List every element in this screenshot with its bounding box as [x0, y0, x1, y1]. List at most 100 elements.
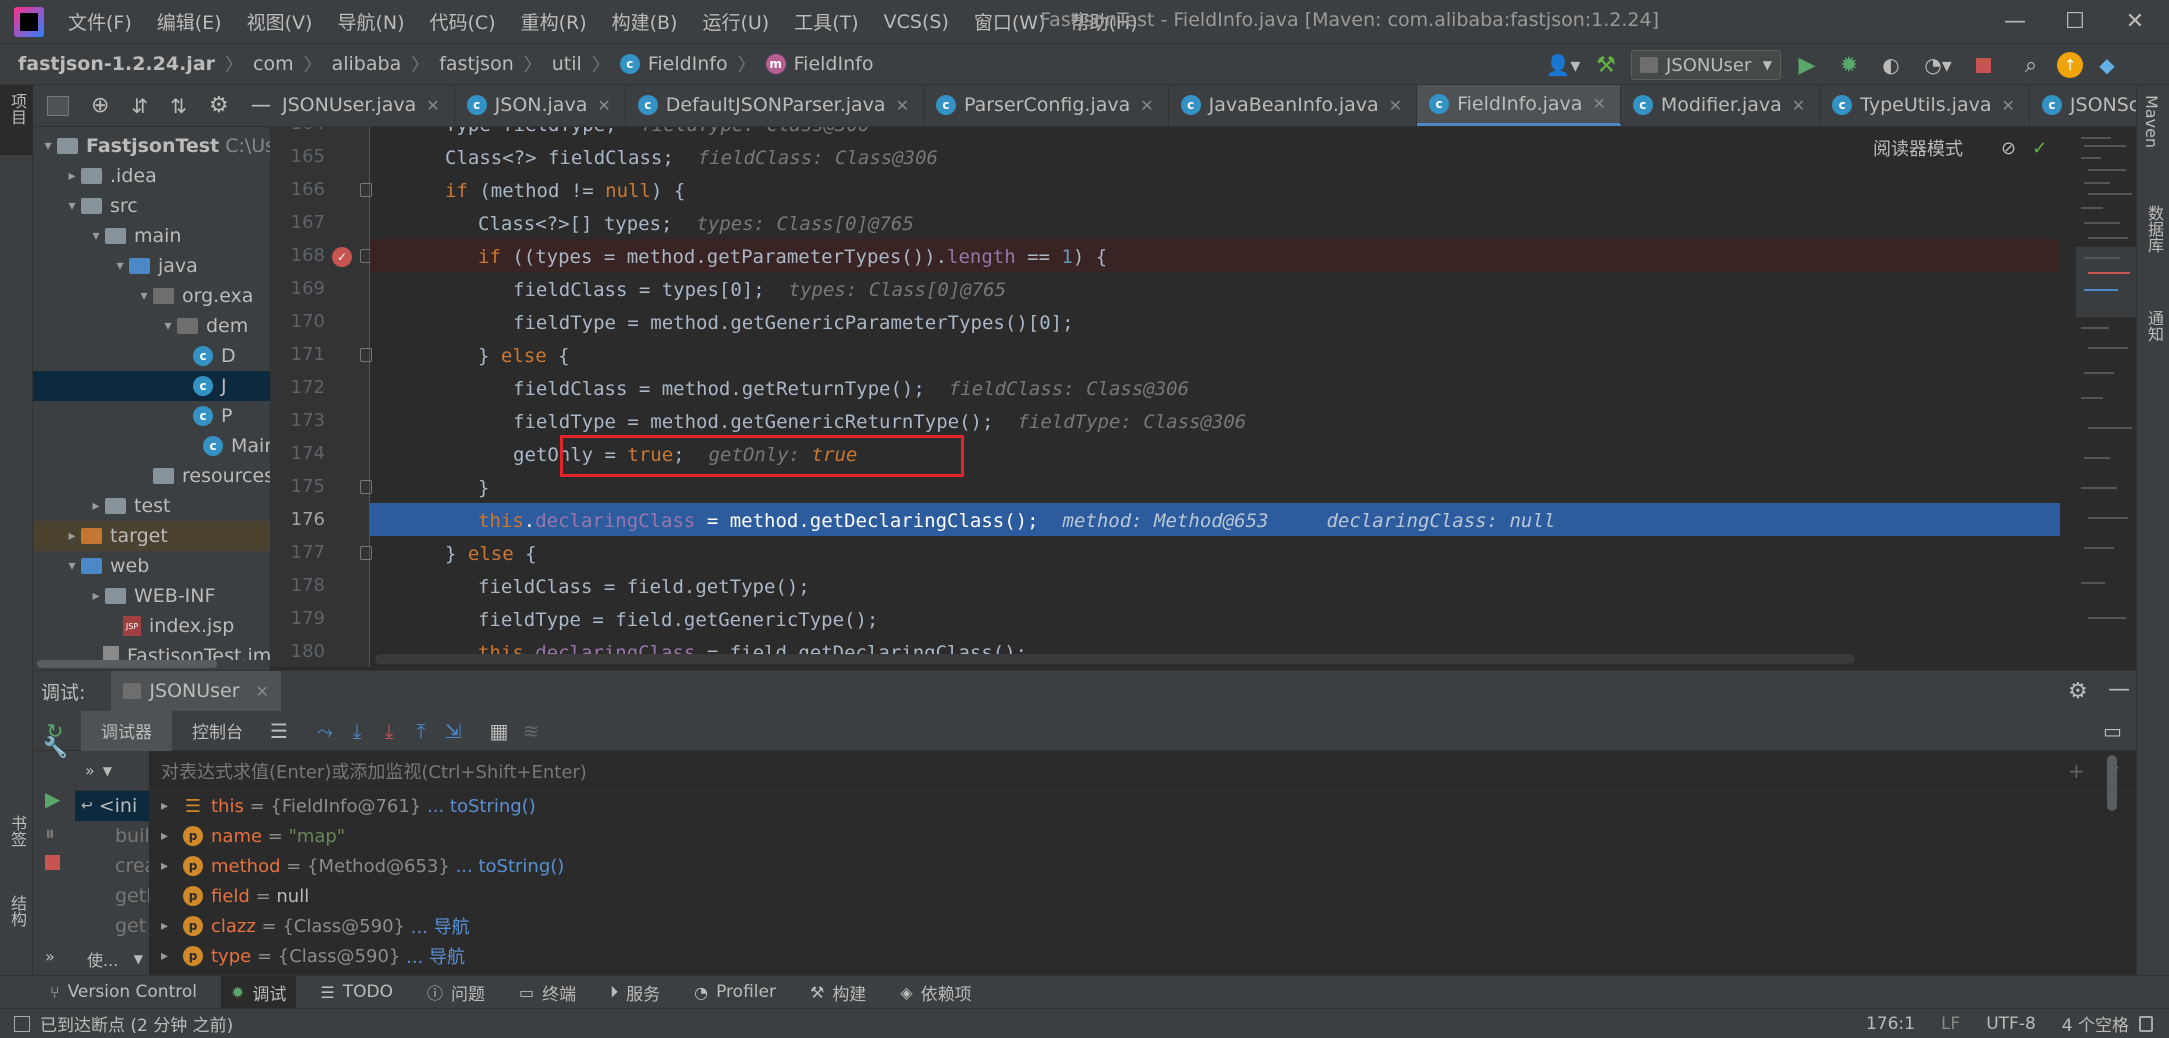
run-to-cursor-icon[interactable]: ⇲: [437, 715, 469, 747]
close-tab-icon[interactable]: ✕: [1140, 96, 1153, 115]
toolwindow-build[interactable]: ⚒ 构建: [810, 980, 866, 1005]
frame-item[interactable]: crea: [75, 851, 156, 881]
frames-footer[interactable]: 使... ▼: [75, 941, 149, 976]
menu-build[interactable]: 构建(B): [612, 8, 678, 35]
toolwindow-profiler[interactable]: ◔ Profiler: [694, 982, 776, 1002]
variable-link[interactable]: ... 导航: [411, 913, 470, 939]
variable-link[interactable]: ... toString(): [427, 796, 536, 817]
more-frames-icon[interactable]: »: [85, 761, 95, 780]
stop-icon[interactable]: [45, 855, 60, 870]
maven-strip-button[interactable]: Maven: [2137, 95, 2169, 185]
update-icon[interactable]: ↑: [2057, 52, 2083, 78]
menu-refactor[interactable]: 重构(R): [521, 8, 587, 35]
code-minimap[interactable]: [2076, 127, 2136, 667]
caret-position[interactable]: 176:1: [1866, 1014, 1915, 1034]
tree-item-root[interactable]: ▾ FastjsonTestC:\Use: [39, 131, 270, 161]
stop-icon[interactable]: [1969, 57, 1997, 73]
menu-edit[interactable]: 编辑(E): [157, 8, 222, 35]
tab-jsonuser[interactable]: JSONUser.java ✕: [270, 85, 455, 126]
tab-fieldinfo[interactable]: c FieldInfo.java ✕: [1417, 85, 1621, 126]
frame-item[interactable]: get: [75, 911, 149, 941]
toolwindow-version-control[interactable]: ⑂ Version Control: [50, 982, 197, 1002]
toggle-toolwindows-icon[interactable]: [14, 1015, 30, 1032]
code-editor[interactable]: 164 165 166 167 168 169 170 171 172 173 …: [270, 127, 2136, 667]
variable-row[interactable]: ▸ p name = "map": [161, 821, 2136, 851]
frame-item[interactable]: buil: [75, 821, 150, 851]
menu-window[interactable]: 窗口(W): [974, 8, 1046, 35]
run-config-select[interactable]: JSONUser ▼: [1631, 50, 1781, 80]
tree-item-web[interactable]: ▾ web: [63, 551, 149, 581]
horizontal-scrollbar[interactable]: [33, 660, 270, 670]
toolwindow-problems[interactable]: ⓘ 问题: [427, 980, 485, 1005]
variable-row[interactable]: p field = null: [161, 881, 2136, 911]
close-tab-icon[interactable]: ✕: [1592, 94, 1605, 113]
toolwindow-services[interactable]: ⏵ 服务: [610, 980, 660, 1005]
toolwindow-terminal[interactable]: ▭ 终端: [519, 980, 576, 1005]
tab-typeutils[interactable]: c TypeUtils.java ✕: [1820, 85, 2030, 126]
step-out-icon[interactable]: ⤒: [405, 715, 437, 747]
reader-mode-toggle[interactable]: 阅读器模式: [1873, 135, 1963, 161]
tree-item-idea[interactable]: ▸ .idea: [63, 161, 156, 191]
breadcrumb-fastjson[interactable]: fastjson: [439, 53, 514, 75]
show-execution-point-icon[interactable]: ⤳: [309, 715, 341, 747]
search-icon[interactable]: ⌕: [2015, 53, 2047, 78]
toolwindow-debug[interactable]: ✹ 调试: [220, 975, 297, 1009]
coverage-icon[interactable]: ◐: [1875, 53, 1907, 77]
tree-item-main-class[interactable]: c Mair: [203, 431, 270, 461]
close-tab-icon[interactable]: ✕: [2002, 96, 2015, 115]
resume-icon[interactable]: ▶: [45, 787, 60, 811]
project-strip-button[interactable]: 项目: [0, 85, 33, 155]
status-message[interactable]: 已到达断点 (2 分钟 之前): [40, 1011, 233, 1036]
menu-tools[interactable]: 工具(T): [794, 8, 858, 35]
tree-item-class-d[interactable]: cD: [193, 341, 236, 371]
frame-item[interactable]: getI: [75, 881, 152, 911]
database-strip-button[interactable]: 数据库: [2137, 205, 2169, 295]
variable-row[interactable]: ▸ p method = {Method@653} ... toString(): [161, 851, 2136, 881]
hide-panel-icon[interactable]: —: [2108, 677, 2130, 702]
tree-item-src[interactable]: ▾ src: [63, 191, 137, 221]
toolwindow-dependencies[interactable]: ◈ 依赖项: [900, 980, 971, 1005]
run-icon[interactable]: ▶: [1791, 53, 1823, 78]
breadcrumb-com[interactable]: com: [253, 53, 294, 75]
tree-item-webinf[interactable]: ▸ WEB-INF: [87, 581, 215, 611]
close-tab-icon[interactable]: ✕: [1792, 96, 1805, 115]
maximize-button[interactable]: ☐: [2045, 0, 2105, 43]
menu-vcs[interactable]: VCS(S): [884, 11, 949, 33]
variable-row[interactable]: ▸ ☰ this = {FieldInfo@761} ... toString(…: [161, 791, 2136, 821]
tree-item-main[interactable]: ▾ main: [87, 221, 181, 251]
horizontal-scrollbar[interactable]: [375, 654, 1855, 664]
menu-code[interactable]: 代码(C): [429, 8, 495, 35]
tab-debugger[interactable]: 调试器: [81, 710, 172, 751]
tree-item-java[interactable]: ▾ java: [111, 251, 197, 281]
locate-file-icon[interactable]: ⊕: [91, 93, 109, 118]
variable-link[interactable]: ... toString(): [456, 856, 565, 877]
tab-parserconfig[interactable]: c ParserConfig.java ✕: [924, 85, 1169, 126]
chevron-down-icon[interactable]: ▼: [103, 764, 112, 778]
menu-file[interactable]: 文件(F): [68, 8, 132, 35]
indent-setting[interactable]: 4 个空格: [2062, 1011, 2129, 1036]
tab-console[interactable]: 控制台: [172, 711, 263, 751]
debug-bug-icon[interactable]: ✹: [1833, 53, 1865, 78]
tab-javabeaninfo[interactable]: c JavaBeanInfo.java ✕: [1169, 85, 1418, 126]
variable-row[interactable]: ▸ p clazz = {Class@590} ... 导航: [161, 911, 2136, 941]
lock-icon[interactable]: [2139, 1015, 2153, 1032]
close-tab-icon[interactable]: ✕: [256, 682, 269, 701]
wrench-icon[interactable]: 🔧: [43, 735, 68, 759]
close-tab-icon[interactable]: ✕: [426, 96, 439, 115]
gear-icon[interactable]: ⚙: [209, 93, 229, 118]
file-encoding[interactable]: UTF-8: [1986, 1014, 2036, 1034]
layout-menu-icon[interactable]: ☰: [263, 715, 295, 747]
breadcrumb-class[interactable]: c FieldInfo: [619, 53, 728, 75]
step-into-icon[interactable]: ⤓: [373, 715, 405, 747]
evaluate-input[interactable]: 对表达式求值(Enter)或添加监视(Ctrl+Shift+Enter) + ▼: [149, 751, 2136, 791]
tab-jsonscanner[interactable]: c JSONScanner.: [2030, 85, 2136, 126]
frame-item-selected[interactable]: ↩ <ini: [75, 791, 149, 821]
tree-item-resources[interactable]: resources: [153, 461, 270, 491]
more-actions-icon[interactable]: »: [45, 947, 55, 966]
restore-layout-icon[interactable]: ▭: [2103, 719, 2122, 743]
tree-item-package[interactable]: ▾ org.exa: [135, 281, 253, 311]
variable-link[interactable]: ... 导航: [406, 943, 465, 969]
tab-defaultjsonparser[interactable]: c DefaultJSONParser.java ✕: [626, 85, 924, 126]
toolwindow-todo[interactable]: ☰ TODO: [320, 982, 393, 1002]
tree-item-subpackage[interactable]: ▾ dem: [159, 311, 248, 341]
